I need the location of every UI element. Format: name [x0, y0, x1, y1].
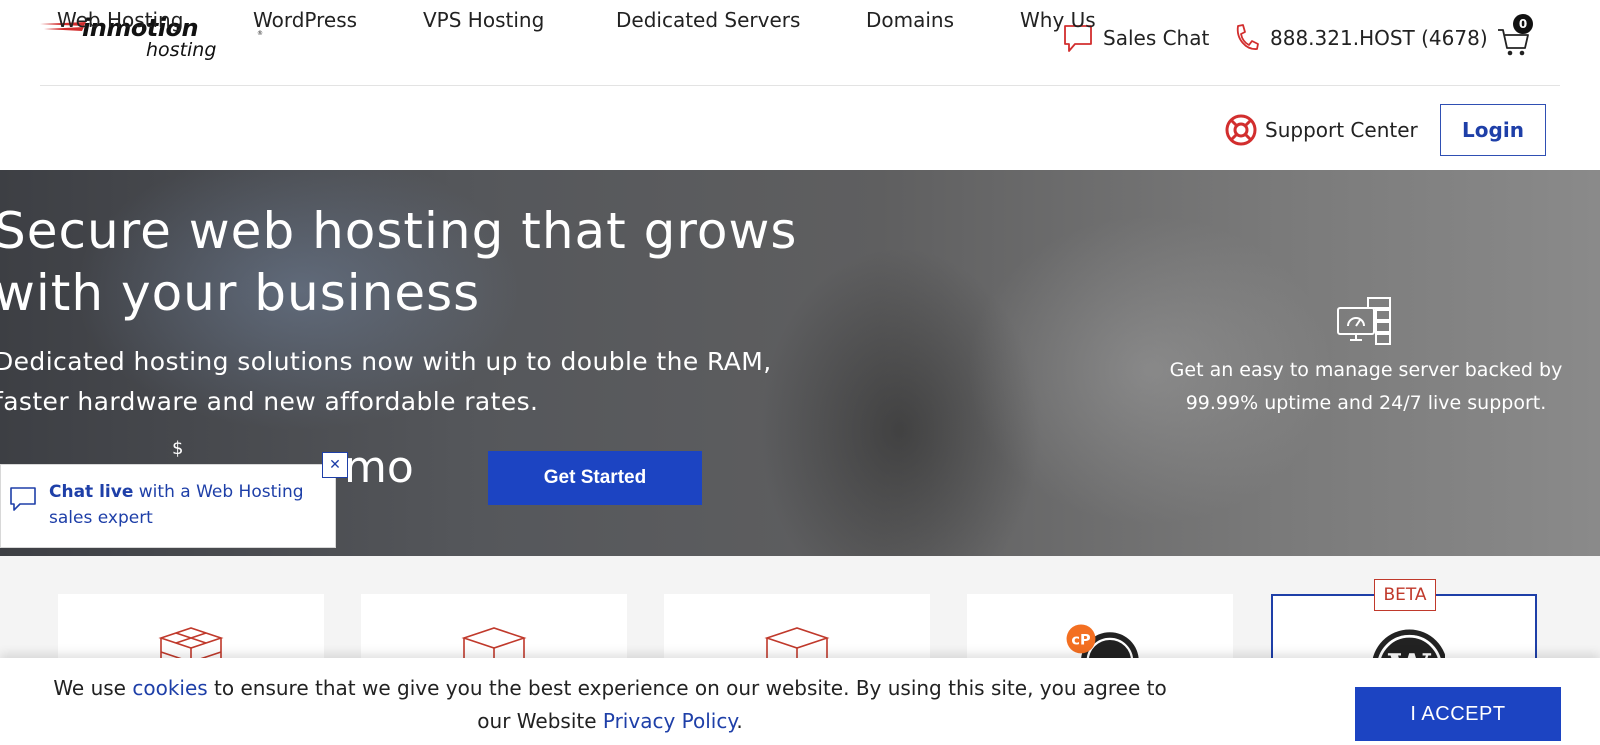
hero-side-text: Get an easy to manage server backed by 9… [1146, 354, 1586, 420]
lifebuoy-icon [1225, 114, 1257, 146]
logo-sub-text: hosting [146, 39, 217, 61]
nav-item-domains[interactable]: Domains [866, 0, 954, 40]
cookies-link[interactable]: cookies [132, 676, 207, 700]
hero-title-line-1: Secure web hosting that grows [0, 202, 798, 260]
nav-item-vps-hosting[interactable]: VPS Hosting [423, 0, 544, 40]
chat-live-widget[interactable]: Chat live with a Web Hosting sales exper… [0, 464, 336, 548]
cart-button[interactable]: 0 [1497, 12, 1537, 56]
hero-title: Secure web hosting that grows with your … [0, 200, 874, 324]
phone-link[interactable]: 888.321.HOST (4678) [1232, 20, 1488, 56]
nav-item-dedicated-servers[interactable]: Dedicated Servers [616, 0, 800, 40]
hero-subtitle: Dedicated hosting solutions now with up … [0, 342, 854, 422]
price-currency-symbol: $ [172, 438, 184, 459]
hero-subtitle-line-2: faster hardware and new affordable rates… [0, 387, 539, 416]
support-center-label: Support Center [1265, 118, 1418, 142]
beta-badge: BETA [1374, 579, 1436, 611]
support-center-link[interactable]: Support Center [1225, 110, 1418, 150]
cart-count-badge: 0 [1513, 14, 1533, 34]
cookie-text-start: We use [53, 676, 133, 700]
cookie-message: We use cookies to ensure that we give yo… [40, 672, 1180, 738]
hero-side-text-line-1: Get an easy to manage server backed by [1169, 359, 1563, 381]
nav-item-why-us[interactable]: Why Us [1020, 0, 1096, 40]
hero-title-line-2: with your business [0, 264, 481, 322]
header-divider [40, 85, 1560, 86]
cookie-text-end: . [736, 709, 743, 733]
hero-side-text-line-2: 99.99% uptime and 24/7 live support. [1185, 392, 1547, 414]
hero-subtitle-line-1: Dedicated hosting solutions now with up … [0, 347, 772, 376]
sales-chat-label: Sales Chat [1103, 26, 1210, 50]
price-unit: mo [344, 442, 414, 493]
accept-cookies-button[interactable]: I ACCEPT [1355, 687, 1561, 741]
chat-live-bold: Chat live [49, 482, 134, 502]
chat-bubble-icon [10, 487, 36, 511]
svg-text:cP: cP [1071, 632, 1090, 648]
login-button[interactable]: Login [1440, 104, 1546, 156]
nav-item-web-hosting[interactable]: Web Hosting [57, 0, 183, 40]
phone-icon [1236, 24, 1259, 50]
cookie-consent-bar: We use cookies to ensure that we give yo… [0, 658, 1600, 745]
get-started-button[interactable]: Get Started [488, 451, 702, 505]
chat-close-icon[interactable]: ✕ [322, 452, 348, 478]
chat-live-text: Chat live with a Web Hosting sales exper… [49, 479, 329, 531]
nav-item-wordpress[interactable]: WordPress [253, 0, 357, 40]
site-header: inmotion hosting ® Sales Chat 888.321.HO… [0, 0, 1600, 170]
phone-label: 888.321.HOST (4678) [1270, 26, 1488, 50]
server-dashboard-icon [1337, 297, 1391, 345]
privacy-policy-link[interactable]: Privacy Policy [603, 709, 736, 733]
